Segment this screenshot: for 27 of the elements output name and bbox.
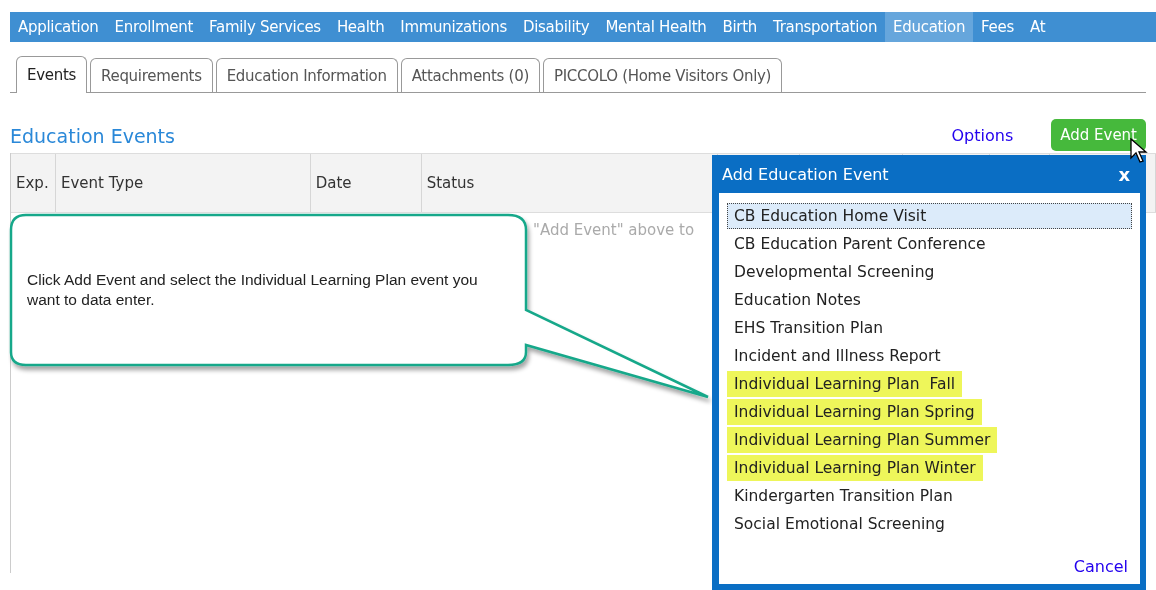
tab[interactable]: Events (16, 56, 87, 93)
list-item[interactable]: Education Notes (727, 287, 868, 313)
list-item[interactable]: Kindergarten Transition Plan (727, 483, 960, 509)
close-button[interactable]: x (1112, 163, 1136, 185)
column-header: Date (310, 154, 422, 212)
list-item[interactable]: CB Education Home Visit (727, 203, 1132, 229)
list-item[interactable]: Social Emotional Screening (727, 511, 952, 537)
empty-message: "Add Event" above to (533, 221, 696, 239)
list-item[interactable]: CB Education Parent Conference (727, 231, 993, 257)
cancel-link[interactable]: Cancel (1073, 557, 1132, 576)
callout-text: Click Add Event and select the Individual Learning Plan event you want to data enter. (27, 270, 479, 311)
list-item[interactable]: EHS Transition Plan (727, 315, 891, 341)
list-item[interactable]: Incident and Illness Report (727, 343, 948, 369)
tab[interactable]: Education Information (215, 58, 398, 92)
column-header: Event Type (55, 154, 311, 212)
list-item[interactable]: Individual Learning Plan Spring (727, 399, 982, 425)
tab[interactable]: Requirements (90, 58, 213, 92)
column-header: Exp. (11, 154, 56, 212)
tab[interactable]: PICCOLO (Home Visitors Only) (542, 58, 783, 92)
options-link[interactable]: Options (951, 126, 1014, 145)
list-item[interactable]: Individual Learning Plan Summer (727, 427, 998, 453)
list-item[interactable]: Developmental Screening (727, 259, 942, 285)
list-item[interactable]: Individual Learning Plan Winter (727, 455, 983, 481)
list-item[interactable]: Individual Learning Plan Fall (727, 371, 963, 397)
tab[interactable]: Attachments (0) (400, 58, 540, 92)
section-title: Education Events (10, 125, 176, 147)
dialog-title: Add Education Event (722, 164, 889, 184)
